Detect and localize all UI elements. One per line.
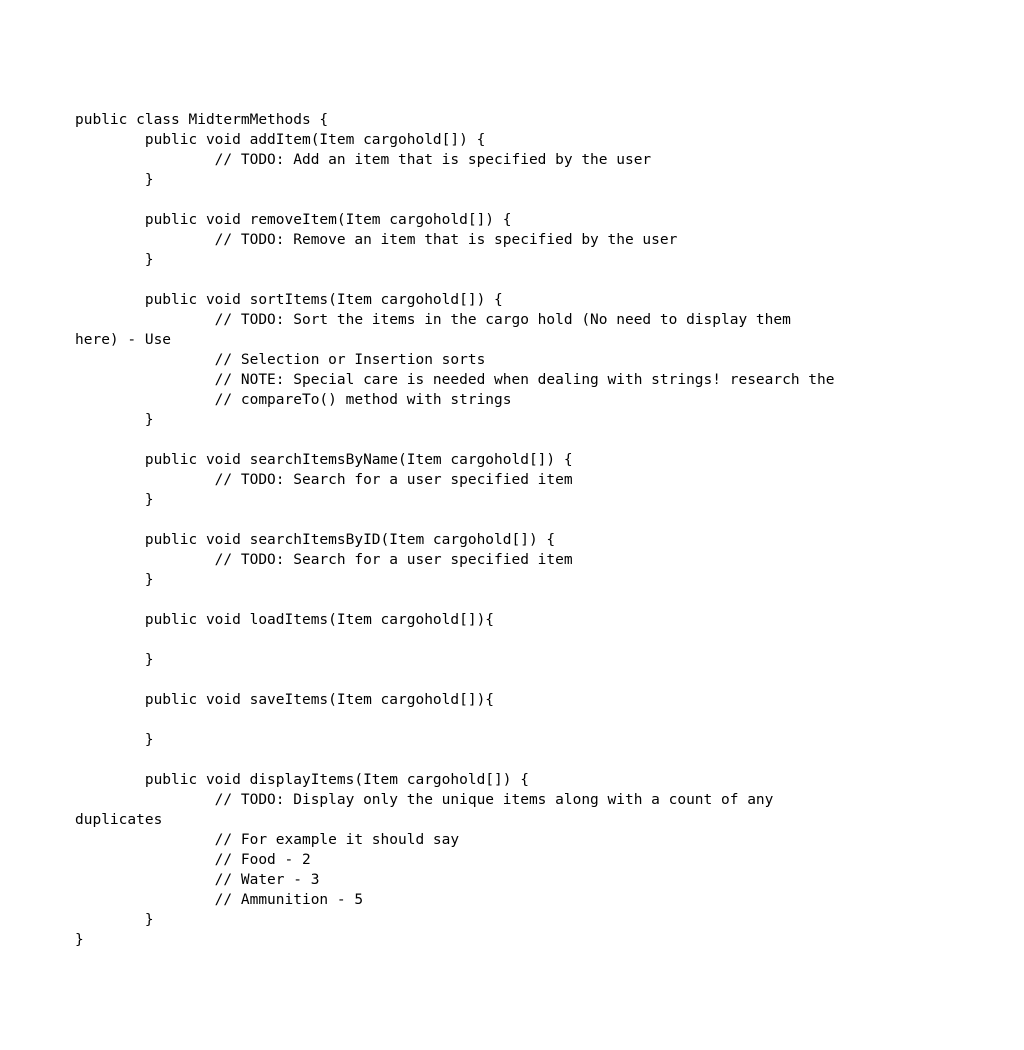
code-listing: public class MidtermMethods { public voi… — [75, 110, 1014, 950]
code-text: public class MidtermMethods { public voi… — [75, 112, 835, 948]
